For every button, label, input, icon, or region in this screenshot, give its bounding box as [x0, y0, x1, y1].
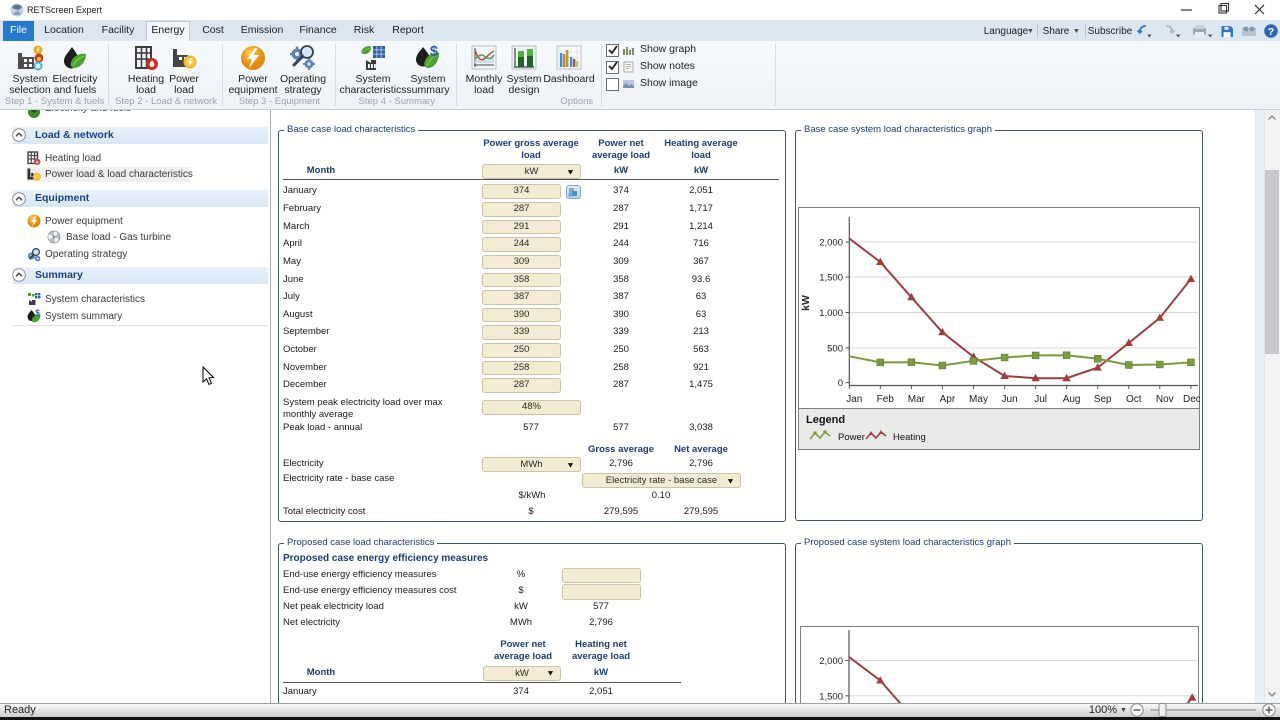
svg-text:2,000: 2,000 [819, 656, 843, 667]
svg-text:Power: Power [838, 432, 865, 443]
svg-text:1,000: 1,000 [819, 308, 843, 319]
svg-text:Jan: Jan [846, 394, 862, 405]
svg-text:Dec: Dec [1183, 394, 1200, 405]
svg-text:kW: kW [800, 295, 812, 311]
svg-text:Nov: Nov [1156, 394, 1174, 405]
svg-text:Legend: Legend [806, 414, 845, 426]
svg-text:Oct: Oct [1126, 394, 1142, 405]
svg-text:May: May [969, 394, 988, 405]
svg-text:Jun: Jun [1002, 394, 1018, 405]
svg-text:$: $ [430, 45, 439, 60]
svg-text:1,500: 1,500 [819, 691, 843, 702]
svg-text:Jul: Jul [1034, 394, 1047, 405]
svg-text:0: 0 [838, 378, 843, 389]
svg-text:1,500: 1,500 [819, 273, 843, 284]
svg-text:Sep: Sep [1094, 394, 1112, 405]
svg-text:Heating: Heating [893, 432, 926, 443]
svg-text:Apr: Apr [940, 394, 956, 405]
svg-text:$: $ [35, 309, 40, 318]
svg-text:?: ? [1268, 26, 1274, 38]
svg-text:Feb: Feb [877, 394, 895, 405]
svg-text:500: 500 [827, 343, 843, 354]
svg-text:Mar: Mar [908, 394, 926, 405]
svg-text:Aug: Aug [1063, 394, 1081, 405]
svg-text:2,000: 2,000 [819, 238, 843, 249]
